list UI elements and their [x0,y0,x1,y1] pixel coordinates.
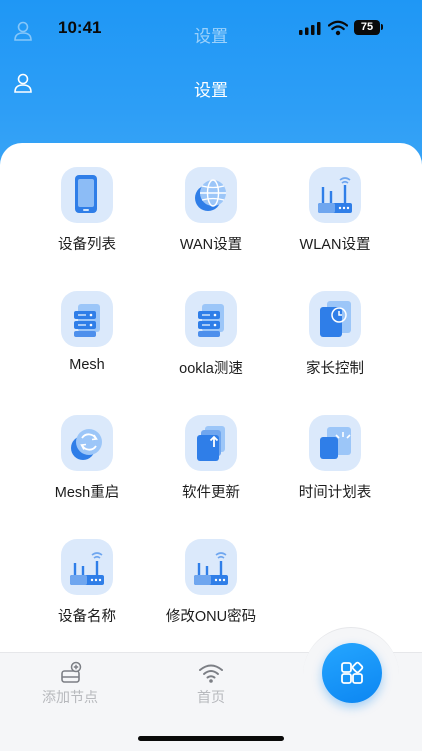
tab-add-node-label: 添加节点 [42,689,98,705]
tile-label: Mesh重启 [54,485,120,501]
add-node-icon [61,661,82,683]
tile-device-list[interactable]: 设备列表 [22,167,152,277]
wifi-status-icon [328,20,348,36]
navigation-bar: 设置 [0,66,422,106]
tile-label: Mesh [69,357,105,373]
tile-label: ookla测速 [179,361,243,377]
page-title: 设置 [194,81,228,100]
home-indicator [138,736,284,741]
tile-wlan-settings[interactable]: WLAN设置 [270,167,400,277]
wifi-icon [199,664,223,683]
battery-indicator: 75 [354,20,380,35]
tile-mesh-restart[interactable]: Mesh重启 [22,415,152,525]
tablet-clock-icon [309,291,361,347]
tab-home-label: 首页 [197,689,225,705]
tile-label: WAN设置 [179,237,243,253]
settings-grid-button[interactable] [322,643,382,703]
tile-label: 软件更新 [182,485,240,501]
tile-device-name[interactable]: 设备名称 [22,539,152,649]
server-icon [61,291,113,347]
tile-wan-settings[interactable]: WAN设置 [146,167,276,277]
tile-mesh[interactable]: Mesh [22,291,152,401]
router-icon [185,539,237,595]
cellular-signal-icon [299,22,321,35]
tile-label: 家长控制 [306,361,364,377]
tab-add-node[interactable]: 添加节点 [15,653,125,713]
tile-label: 时间计划表 [298,485,372,501]
router-icon [61,539,113,595]
grid-icon [341,661,364,684]
phone-icon [61,167,113,223]
upload-icon [185,415,237,471]
globe-icon [185,167,237,223]
schedule-icon [309,415,361,471]
tile-schedule[interactable]: 时间计划表 [270,415,400,525]
server-icon [185,291,237,347]
tile-software-update[interactable]: 软件更新 [146,415,276,525]
tile-label: WLAN设置 [299,237,371,253]
settings-card: 设备列表 WAN设置 WLAN设置 Mesh ookla测速 家长控制 Mesh… [0,143,422,663]
tile-modify-onu-password[interactable]: 修改ONU密码 [146,539,276,649]
tile-label: 修改ONU密码 [165,609,257,625]
tile-label: 设备名称 [58,609,116,625]
restart-icon [61,415,113,471]
tile-ookla-speedtest[interactable]: ookla测速 [146,291,276,401]
tile-parental-control[interactable]: 家长控制 [270,291,400,401]
tab-home[interactable]: 首页 [156,653,266,713]
tile-label: 设备列表 [58,237,116,253]
router-icon [309,167,361,223]
status-bar: 10:41 设置 75 [0,0,422,56]
